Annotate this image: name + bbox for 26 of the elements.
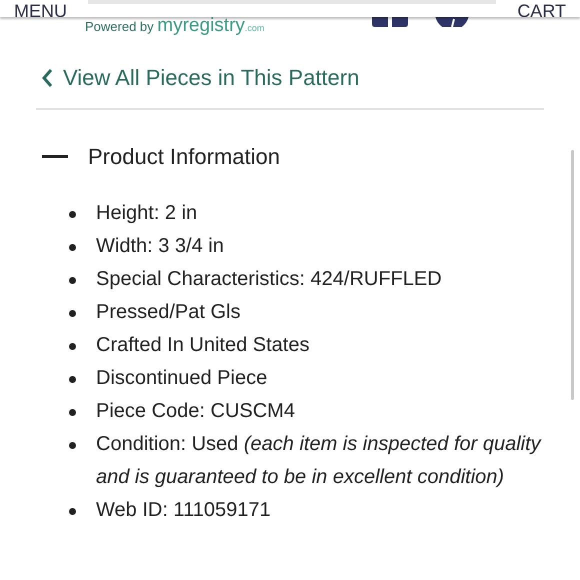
section-header[interactable]: Product Information	[42, 140, 280, 173]
spec-item: Height: 2 in	[96, 201, 198, 226]
spec-item: Special Characteristics: 424/RUFFLED	[96, 267, 443, 292]
spec-item: Web ID: 111059171	[96, 498, 272, 523]
spec-item: Discontinued Piece	[96, 366, 268, 391]
bullet-icon	[69, 343, 76, 350]
bullet-icon	[69, 409, 76, 416]
spec-item: Piece Code: CUSCM4	[96, 399, 296, 424]
spec-item: Pressed/Pat Gls	[96, 300, 242, 325]
menu-link[interactable]: MENU	[14, 1, 67, 17]
cart-link[interactable]: CART	[517, 1, 566, 17]
bullet-icon	[69, 277, 76, 284]
bullet-icon	[69, 244, 76, 251]
back-link[interactable]: View All Pieces in This Pattern	[41, 61, 544, 94]
spec-item: Crafted In United States	[96, 333, 310, 358]
minus-icon	[42, 155, 68, 158]
chevron-left-icon	[41, 68, 53, 88]
scroll-bar[interactable]	[571, 150, 574, 400]
bullet-icon	[69, 442, 76, 449]
bullet-icon	[69, 376, 76, 383]
bullet-icon	[69, 508, 76, 515]
powered-by-logo[interactable]: Powered by myregistry.com	[85, 14, 264, 40]
bullet-icon	[69, 310, 76, 317]
bullet-icon	[69, 211, 76, 218]
spec-item: Width: 3 3/4 in	[96, 234, 225, 259]
spec-item: Condition: Used (each item is inspected for quality and is guaranteed to be in excellent condition)	[96, 432, 542, 490]
